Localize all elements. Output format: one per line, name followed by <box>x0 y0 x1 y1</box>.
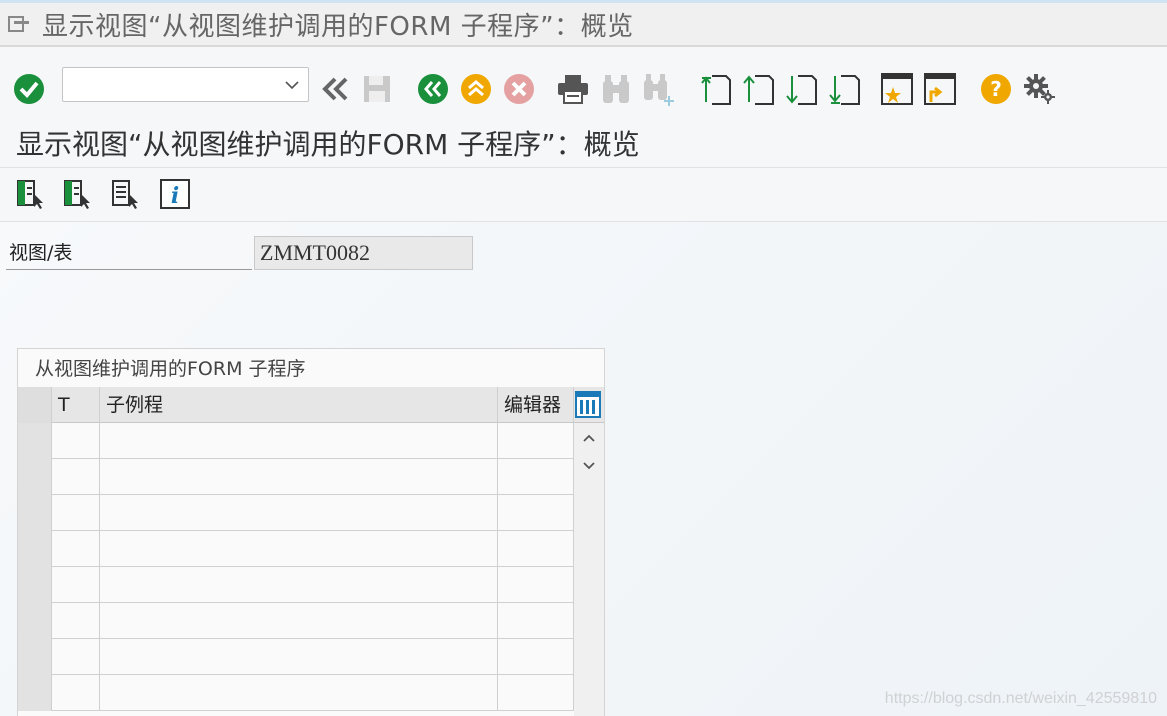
cell-subroutine[interactable] <box>100 531 498 567</box>
command-dropdown-icon[interactable] <box>284 77 300 93</box>
cell-t[interactable] <box>52 639 100 675</box>
cell-t[interactable] <box>52 459 100 495</box>
cell-editor[interactable] <box>498 423 574 459</box>
table-scrollbar[interactable] <box>574 423 604 716</box>
settings-icon[interactable] <box>1022 72 1056 106</box>
command-input[interactable] <box>63 68 273 101</box>
cell-t[interactable] <box>52 423 100 459</box>
table-row <box>18 567 574 603</box>
previous-page-icon[interactable] <box>741 72 775 106</box>
column-header-editor[interactable]: 编辑器 <box>498 387 574 423</box>
table-row <box>18 423 574 459</box>
application-toolbar: i <box>0 168 1167 222</box>
cell-subroutine[interactable] <box>100 567 498 603</box>
table-body <box>18 423 604 716</box>
deselect-icon[interactable] <box>110 178 142 210</box>
cell-t[interactable] <box>52 495 100 531</box>
print-icon[interactable] <box>556 72 590 106</box>
menu-icon[interactable] <box>8 15 30 33</box>
view-table-label: 视图/表 <box>6 236 252 270</box>
row-selector[interactable] <box>18 639 52 675</box>
svg-text:i: i <box>171 183 179 209</box>
view-table-value: ZMMT0082 <box>254 236 473 270</box>
cell-t[interactable] <box>52 531 100 567</box>
save-icon[interactable] <box>360 72 394 106</box>
cell-editor[interactable] <box>498 675 574 711</box>
shortcut-icon[interactable] <box>923 72 957 106</box>
cell-subroutine[interactable] <box>100 495 498 531</box>
table-settings-icon[interactable] <box>575 391 601 418</box>
cell-editor[interactable] <box>498 459 574 495</box>
window-title: 显示视图“从视图维护调用的FORM 子程序”：概览 <box>42 11 634 42</box>
info-icon[interactable]: i <box>159 178 191 210</box>
cell-t[interactable] <box>52 675 100 711</box>
column-header-t[interactable]: T <box>52 387 100 423</box>
title-bar: 显示视图“从视图维护调用的FORM 子程序”：概览 <box>0 3 1167 47</box>
subroutine-table: 从视图维护调用的FORM 子程序 T 子例程 编辑器 <box>17 348 605 716</box>
find-icon[interactable] <box>599 72 633 106</box>
table-row <box>18 675 574 711</box>
column-header-subroutine[interactable]: 子例程 <box>100 387 498 423</box>
cell-editor[interactable] <box>498 603 574 639</box>
cell-subroutine[interactable] <box>100 639 498 675</box>
row-selector[interactable] <box>18 495 52 531</box>
page-title: 显示视图“从视图维护调用的FORM 子程序”：概览 <box>0 118 1167 168</box>
table-row <box>18 531 574 567</box>
find-next-icon[interactable] <box>642 72 676 106</box>
cancel-icon[interactable] <box>502 72 536 106</box>
command-field[interactable] <box>62 67 309 102</box>
last-page-icon[interactable] <box>827 72 861 106</box>
cell-subroutine[interactable] <box>100 675 498 711</box>
cell-editor[interactable] <box>498 531 574 567</box>
back-double-icon[interactable] <box>318 72 352 106</box>
first-page-icon[interactable] <box>698 72 732 106</box>
row-selector[interactable] <box>18 675 52 711</box>
table-header: T 子例程 编辑器 <box>18 387 604 423</box>
exit-icon[interactable] <box>459 72 493 106</box>
cell-editor[interactable] <box>498 639 574 675</box>
select-all-column[interactable] <box>18 387 52 423</box>
row-selector[interactable] <box>18 603 52 639</box>
system-toolbar: ? <box>0 60 1167 118</box>
row-selector[interactable] <box>18 423 52 459</box>
chevron-down-icon <box>583 462 595 470</box>
main-content: 视图/表 ZMMT0082 从视图维护调用的FORM 子程序 T 子例程 编辑器 <box>0 222 1167 716</box>
watermark: https://blog.csdn.net/weixin_42559810 <box>884 690 1157 707</box>
row-selector[interactable] <box>18 567 52 603</box>
enter-icon[interactable] <box>12 72 46 106</box>
help-icon[interactable]: ? <box>979 72 1013 106</box>
table-row <box>18 639 574 675</box>
create-session-icon[interactable] <box>880 72 914 106</box>
table-row <box>18 459 574 495</box>
select-all-icon[interactable] <box>62 178 94 210</box>
cell-t[interactable] <box>52 603 100 639</box>
cell-subroutine[interactable] <box>100 423 498 459</box>
detail-icon[interactable] <box>15 178 47 210</box>
cell-editor[interactable] <box>498 567 574 603</box>
chevron-up-icon <box>583 434 595 442</box>
cell-editor[interactable] <box>498 495 574 531</box>
svg-text:?: ? <box>990 77 1002 101</box>
table-row <box>18 495 574 531</box>
scroll-down-button[interactable] <box>578 453 600 479</box>
table-row <box>18 603 574 639</box>
next-page-icon[interactable] <box>784 72 818 106</box>
cell-t[interactable] <box>52 567 100 603</box>
table-caption: 从视图维护调用的FORM 子程序 <box>35 358 306 380</box>
scroll-up-button[interactable] <box>578 425 600 451</box>
cell-subroutine[interactable] <box>100 459 498 495</box>
cell-subroutine[interactable] <box>100 603 498 639</box>
row-selector[interactable] <box>18 531 52 567</box>
back-icon[interactable] <box>416 72 450 106</box>
row-selector[interactable] <box>18 459 52 495</box>
